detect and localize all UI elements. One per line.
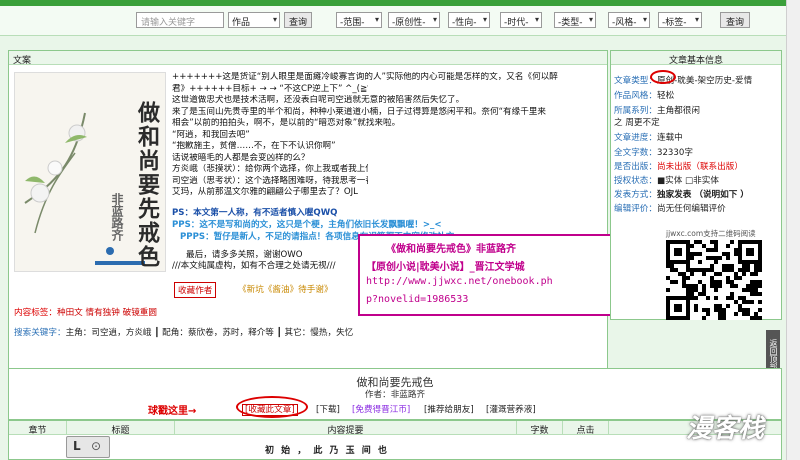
watermark: 漫客栈 (686, 414, 765, 444)
summary-text: +++++++这是货证“别人眼里是面瘫冷峻寡言询的人”实际他的内心可能是怎样的文… (172, 72, 558, 199)
cover-author: 非蓝路齐 (110, 193, 124, 241)
search-bar: 请输入关键字 作品 查询 -范围- -原创性- -性向- -时代- -类型- -… (0, 6, 800, 36)
info-progress: 文章进度：连载中 (614, 131, 683, 143)
info-release: 发表方式：独家发表 （说明如下 ） (614, 188, 749, 200)
search-input[interactable]: 请输入关键字 (136, 12, 224, 28)
summary-line: 话说被暗毛的人都是会变凶样的么？ (172, 152, 310, 163)
info-panel-title: 文章基本信息 (611, 51, 781, 66)
info-style: 作品风格：轻松 (614, 89, 674, 101)
tags-label: 内容标签： (14, 308, 57, 318)
info-series-cont: 之 周更不定 (614, 116, 660, 128)
highlight-line: 《做和尚要先戒色》非蓝路齐 (386, 244, 516, 255)
keywords-other: ┃ 其它：慢热，失忆 (276, 328, 354, 338)
qr-code-pattern (666, 240, 762, 320)
info-value: 尚无任何编辑评价 (656, 204, 726, 214)
search-button[interactable]: 查询 (284, 12, 312, 28)
qr-code-image[interactable] (666, 240, 762, 320)
nutrient-link[interactable]: [灌溉营养液] (486, 403, 536, 415)
filter-type[interactable]: -类型- (554, 12, 596, 28)
filter-era[interactable]: -时代- (500, 12, 542, 28)
summary-line: 君》++++++目标+ → → “不这CP逆上下” ^_(≧▽≦)/~ (172, 83, 368, 94)
search-field-select[interactable]: 作品 (228, 12, 280, 28)
download-link[interactable]: [下载] (316, 403, 340, 415)
cover-title: 做和尚要先戒色 (134, 101, 160, 269)
summary-line: 来了是玉间山先贵寺里的半个和尚，种种小莱道道小楠，日子过得算是悠闲平和。奈何“有… (172, 106, 546, 117)
toolbar-search-icon: ⊙ (91, 439, 102, 453)
type-circle-annotation (650, 70, 676, 84)
info-label: 所属系列： (614, 106, 657, 116)
col-title: 标题 (67, 421, 175, 436)
info-label: 授权状态： (614, 176, 657, 186)
tags-value[interactable]: 种田文 情有独钟 破镜重圆 (57, 308, 157, 318)
col-clicks: 点击 (563, 421, 609, 436)
info-value[interactable]: 尚未出版（联系出版） (657, 162, 743, 172)
filter-search-button[interactable]: 查询 (720, 12, 750, 28)
info-label: 发表方式： (614, 190, 657, 200)
search-keywords: 搜索关键字：主角：司空逍，方炎峨 ┃ 配角：蔡欣卷，苏时，释介等 ┃ 其它：慢热… (14, 326, 353, 338)
collect-circle-annotation (236, 396, 308, 418)
content-tags: 内容标签：种田文 情有独钟 破镜重圆 (14, 306, 157, 318)
info-value: ■实体 □非实体 (656, 176, 719, 186)
col-chapter: 章节 (9, 421, 67, 436)
info-publish: 是否出版：尚未出版（联系出版） (614, 160, 743, 172)
recommend-link[interactable]: [推荐给朋友] (424, 403, 474, 415)
info-label: 编辑评价： (614, 204, 657, 214)
collect-author-button[interactable]: 收藏作者 (174, 282, 217, 298)
summary-line: 这世道做忠犬也是技术活啊，还没表白呢司空逍就无意的被陷害然后失忆了。 (172, 95, 465, 105)
floating-toolbar[interactable]: L ⊙ (66, 436, 110, 458)
summary-line: 相会”以前的拍拍头，啊不，是以前的“暗恋对象”就找来啦。 (172, 118, 401, 128)
disclaimer-line: ///本文纯属虚构，如有不合理之处请无视/// (172, 261, 336, 271)
info-license: 授权状态：■实体 □非实体 (614, 174, 719, 186)
chapter-table: 章节 标题 内容提要 字数 点击 初 始 ， 此 乃 玉 间 也 (8, 420, 782, 460)
info-label: 是否出版： (614, 162, 657, 172)
book-cover[interactable]: 做和尚要先戒色 非蓝路齐 (14, 72, 166, 272)
filter-originality[interactable]: -原创性- (388, 12, 440, 28)
summary-line: “阿逍，和我回去吧” (172, 129, 250, 140)
chapter-author: 作者：非蓝路齐 (364, 390, 426, 400)
highlight-line: 【原创小说|耽美小说】_晋江文学城 (366, 262, 525, 273)
keywords-main: 主角：司空逍，方炎峨 (65, 328, 152, 338)
info-label: 作品风格： (614, 91, 657, 101)
info-value[interactable]: 主角都很闲 (657, 106, 700, 116)
info-wordcount: 全文字数：32330字 (614, 146, 693, 158)
summary-panel-title: 文案 (9, 51, 607, 66)
info-value: 连载中 (656, 133, 683, 143)
filter-style[interactable]: -风格- (608, 12, 650, 28)
info-type: 文章类型：原创-耽美-架空历史-爱情 (614, 74, 752, 86)
summary-line: +++++++这是货证“别人眼里是面瘫冷峻寡言询的人”实际他的内心可能是怎样的文… (172, 72, 558, 82)
highlight-line: p?novelid=1986533 (366, 294, 469, 305)
col-summary: 内容提要 (175, 421, 517, 436)
summary-line: “抱歉施主，贫僧……不，在下不认识你啊” (172, 141, 336, 151)
info-editor: 编辑评价：尚无任何编辑评价 (614, 202, 726, 214)
info-label: 文章进度： (614, 133, 657, 143)
info-label: 全文字数： (614, 148, 657, 158)
filter-range[interactable]: -范围- (336, 12, 382, 28)
qr-caption: jjwxc.com支持二维码阅读 (666, 229, 756, 238)
info-value[interactable]: 独家发表 （说明如下 ） (657, 190, 749, 200)
filter-orientation[interactable]: -性向- (448, 12, 490, 28)
col-words: 字数 (517, 421, 563, 436)
keywords-label: 搜索关键字： (14, 328, 66, 338)
summary-line: 司空逍（思考状）：这个选择略困难呀，待我思考一番。 (172, 175, 368, 186)
chapter-prologue: 初 始 ， 此 乃 玉 间 也 (265, 446, 389, 456)
toolbar-l-icon: L (73, 439, 81, 453)
info-value: 之 周更不定 (614, 118, 660, 128)
scrollbar[interactable] (786, 0, 800, 460)
ps-line-1: PS：本文第一人称，有不适者慎入喔QWQ (172, 208, 338, 218)
highlight-line: http://www.jjwxc.net/onebook.ph (366, 276, 553, 287)
annotation-arrow-text: 球戳这里→ (148, 406, 197, 417)
keywords-side: ┃ 配角：蔡欣卷，苏时，释介等 (154, 328, 274, 338)
info-value: 轻松 (656, 91, 675, 101)
new-work-link[interactable]: 《新坑《酱油》待手谢》 (238, 283, 333, 295)
ps-line-2: PPS：这不是写和尚的文，这只是个梗，主角们依旧长发飘飘喔！>_< (172, 220, 442, 230)
free-coins-link[interactable]: [免费得晋江币] (352, 403, 410, 415)
summary-line: 方炎峨（悲摸状）：给你两个选择，你上我或者我上你！？ (172, 164, 368, 174)
filter-tag[interactable]: -标签- (658, 12, 702, 28)
info-series: 所属系列：主角都很闲 (614, 104, 700, 116)
info-value: 32330字 (656, 148, 693, 158)
summary-line: 艾玛，从前那温文尔雅的翩翩公子哪里去了？OJL (172, 187, 358, 197)
